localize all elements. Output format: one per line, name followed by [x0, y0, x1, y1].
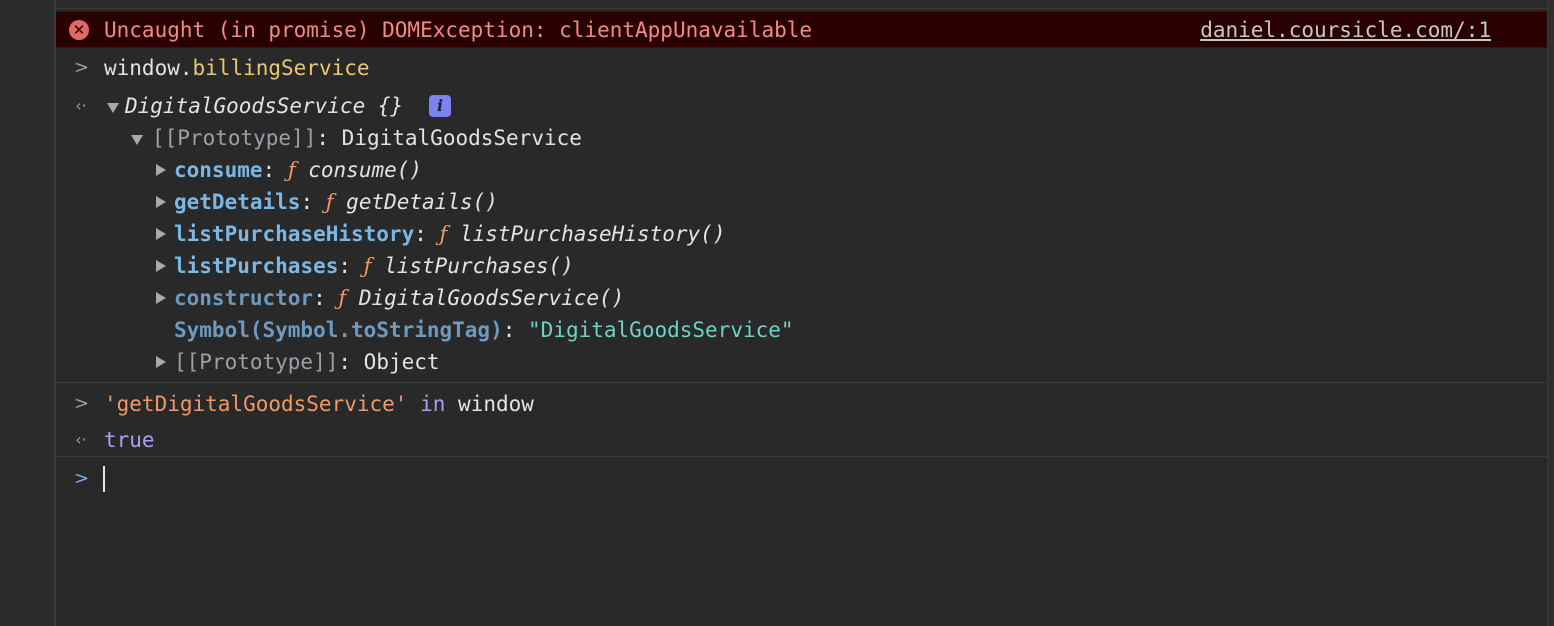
symbol-key: Symbol(Symbol.toStringTag) [174, 318, 503, 342]
console-error-message: ✕ Uncaught (in promise) DOMException: cl… [56, 11, 1547, 48]
expand-triangle-icon[interactable] [156, 164, 166, 176]
prototype-row[interactable]: [[Prototype]]: DigitalGoodsService [152, 123, 582, 153]
method-name: consume [174, 158, 263, 182]
expand-triangle-icon[interactable] [156, 356, 166, 368]
method-row[interactable]: getDetails: ƒ getDetails() [174, 187, 498, 217]
method-signature: consume() [308, 158, 423, 182]
method-colon: : [338, 254, 364, 278]
inner-prototype-label: [[Prototype]] [174, 350, 339, 374]
error-source-link[interactable]: daniel.coursicle.com/:1 [1200, 16, 1491, 44]
prototype-label: [[Prototype]] [152, 126, 317, 150]
output-return-icon: ‹· [75, 430, 87, 449]
result-value: true [104, 428, 155, 452]
expand-triangle-icon[interactable] [156, 292, 166, 304]
input-object: window [458, 392, 534, 416]
symbol-colon: : [502, 318, 529, 342]
result-braces: {} [365, 94, 404, 118]
text-cursor [103, 466, 105, 492]
message-separator [56, 382, 1547, 383]
expand-triangle-icon[interactable] [156, 196, 166, 208]
expand-triangle-icon[interactable] [107, 103, 119, 113]
method-signature: DigitalGoodsService() [358, 286, 625, 310]
input-prompt-icon: > [74, 393, 90, 414]
prototype-colon: : [316, 126, 342, 150]
console-input-2[interactable]: 'getDigitalGoodsService' in window [104, 389, 534, 419]
input-prompt-icon: > [74, 57, 90, 78]
inner-prototype-row[interactable]: [[Prototype]]: Object [174, 347, 440, 377]
input-object: window [104, 56, 180, 80]
console-input-field[interactable] [100, 462, 1540, 496]
method-colon: : [262, 158, 288, 182]
expand-triangle-icon[interactable] [156, 260, 166, 272]
previous-message-edge [56, 0, 1547, 9]
method-row[interactable]: listPurchases: ƒ listPurchases() [174, 251, 574, 281]
symbol-value: "DigitalGoodsService" [528, 318, 794, 342]
input-member: billingService [192, 56, 370, 80]
output-return-icon: ‹· [75, 96, 87, 115]
expand-triangle-icon[interactable] [131, 135, 143, 145]
method-name: listPurchaseHistory [174, 222, 415, 246]
method-signature: listPurchases() [384, 254, 574, 278]
method-signature: listPurchaseHistory() [459, 222, 726, 246]
input-dot: . [179, 56, 193, 80]
method-name: listPurchases [174, 254, 339, 278]
function-marker-icon: ƒ [325, 190, 334, 214]
error-text: Uncaught (in promise) DOMException: clie… [104, 18, 813, 42]
method-signature: getDetails() [346, 190, 498, 214]
input-string: 'getDigitalGoodsService' [104, 392, 408, 416]
method-row[interactable]: constructor: ƒ DigitalGoodsService() [174, 283, 624, 313]
symbol-row[interactable]: Symbol(Symbol.toStringTag): "DigitalGood… [174, 315, 794, 345]
console-scrollbar[interactable] [1547, 0, 1554, 626]
method-name: constructor [174, 286, 314, 310]
active-prompt-icon: > [74, 468, 90, 489]
result-class-name: DigitalGoodsService [125, 94, 366, 118]
left-gutter [0, 0, 54, 626]
method-colon: : [414, 222, 440, 246]
prototype-value: DigitalGoodsService [341, 126, 582, 150]
info-icon[interactable]: i [429, 95, 451, 117]
inner-prototype-value: Object [363, 350, 440, 374]
method-colon: : [300, 190, 326, 214]
function-marker-icon: ƒ [287, 158, 296, 182]
method-name: getDetails [174, 190, 301, 214]
console-result-2: true [104, 425, 155, 455]
result-object-header[interactable]: DigitalGoodsService {} [125, 91, 403, 121]
message-separator [56, 456, 1547, 457]
method-row[interactable]: listPurchaseHistory: ƒ listPurchaseHisto… [174, 219, 725, 249]
method-row[interactable]: consume: ƒ consume() [174, 155, 422, 185]
method-colon: : [313, 286, 339, 310]
console-input-1[interactable]: window.billingService [104, 53, 370, 83]
inner-prototype-colon: : [338, 350, 364, 374]
function-marker-icon: ƒ [338, 286, 347, 310]
expand-triangle-icon[interactable] [156, 228, 166, 240]
input-keyword: in [420, 392, 446, 416]
error-icon: ✕ [69, 20, 89, 40]
